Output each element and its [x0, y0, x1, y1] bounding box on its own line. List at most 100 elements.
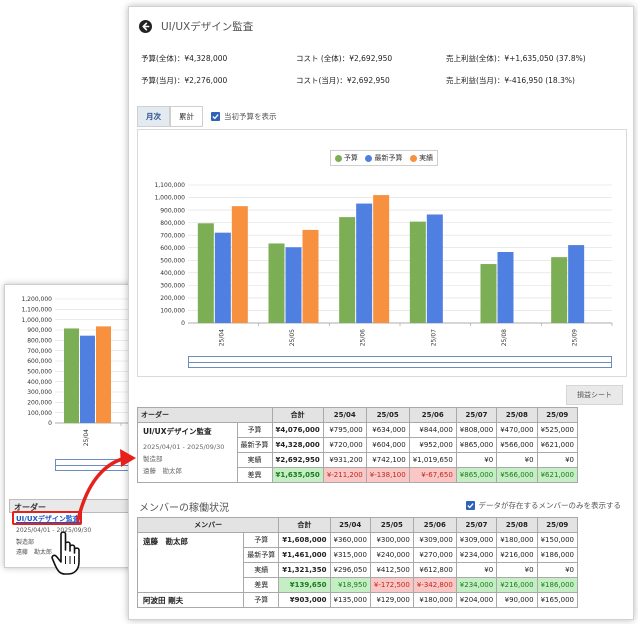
- cell: ¥0: [536, 562, 579, 578]
- cell: ¥150,000: [536, 532, 579, 548]
- row-label: 最新予算: [236, 437, 273, 453]
- y-tick-label: 100,000: [160, 308, 185, 315]
- table-header-row: メンバー 合計 25/04 25/05 25/06 25/07 25/08 25…: [136, 517, 579, 533]
- title-row: UI/UXデザイン監査: [139, 19, 253, 34]
- y-tick-label: 300,000: [27, 389, 52, 396]
- cell: ¥180,000: [496, 532, 538, 548]
- cell: ¥865,000: [455, 437, 498, 453]
- background-department: 製造部: [16, 539, 35, 546]
- tab-monthly[interactable]: 月次: [137, 106, 170, 127]
- legend-item-actual[interactable]: 実績: [410, 153, 433, 163]
- col-header: 25/05: [369, 517, 414, 533]
- bar-25-06-2: [373, 195, 390, 323]
- chart-scrollbar[interactable]: [188, 356, 612, 368]
- cell: ¥1,321,350: [278, 562, 331, 578]
- cell: ¥216,000: [496, 577, 538, 593]
- y-tick-label: 0: [48, 420, 52, 427]
- bar-25-04-1: [214, 232, 231, 323]
- cell: ¥-211,200: [322, 467, 367, 483]
- row-label: 差異: [236, 467, 273, 483]
- y-tick-label: 1,100,000: [154, 182, 185, 189]
- cell: ¥470,000: [496, 422, 538, 438]
- row-label: 差異: [243, 577, 280, 593]
- show-initial-budget-toggle[interactable]: 当初予算を表示: [211, 111, 277, 122]
- cell: ¥795,000: [322, 422, 367, 438]
- table-row: 遠藤 勘太郎 予算 ¥1,608,000 ¥360,000 ¥300,000 ¥…: [136, 532, 579, 593]
- cell: ¥412,500: [369, 562, 414, 578]
- cell: ¥865,000: [455, 467, 498, 483]
- view-tabs: 月次 累計 当初予算を表示: [137, 106, 277, 127]
- checkbox-checked-icon[interactable]: [465, 501, 475, 510]
- y-tick-label: 600,000: [27, 358, 52, 365]
- cost-total: コスト (全体)：¥2,692,950: [296, 54, 393, 63]
- order-info-cell: UI/UXデザイン監査 2025/04/01 - 2025/09/30 製造部 …: [137, 422, 238, 483]
- show-initial-budget-label: 当初予算を表示: [224, 112, 277, 121]
- cell: ¥612,800: [412, 562, 457, 578]
- cell: ¥240,000: [369, 547, 414, 563]
- bar-25-08-1: [497, 251, 514, 323]
- member-info-cell: 阿波田 剛夫: [136, 592, 245, 608]
- cell: ¥186,000: [536, 547, 579, 563]
- bar-25-09-0: [551, 257, 568, 323]
- bar-25-06-0: [339, 217, 356, 323]
- cell: ¥309,000: [455, 532, 498, 548]
- cell: ¥-138,100: [365, 467, 410, 483]
- y-tick-label: 400,000: [27, 379, 52, 386]
- cell: ¥204,000: [455, 592, 498, 608]
- legend-item-latest-budget[interactable]: 最新予算: [365, 153, 402, 163]
- row-label: 予算: [243, 532, 280, 548]
- cell: ¥844,000: [408, 422, 457, 438]
- col-header: 合計: [271, 407, 324, 423]
- legend-dot: [334, 154, 342, 162]
- y-tick-label: 400,000: [160, 270, 185, 277]
- y-tick-label: 900,000: [27, 327, 52, 334]
- y-tick-label: 100,000: [27, 410, 52, 417]
- main-window: UI/UXデザイン監査 予算(全体)：¥4,328,000 予算(当月)：¥2,…: [128, 6, 634, 620]
- table-row: UI/UXデザイン監査 2025/04/01 - 2025/09/30 製造部 …: [137, 422, 579, 483]
- order-name[interactable]: UI/UXデザイン監査: [143, 426, 232, 437]
- bar-25-04-0: [64, 328, 79, 423]
- y-tick-label: 700,000: [27, 348, 52, 355]
- cell: ¥309,000: [412, 532, 457, 548]
- tab-cumulative[interactable]: 累計: [170, 106, 203, 127]
- cell: ¥315,000: [329, 547, 371, 563]
- y-tick-label: 1,200,000: [21, 296, 52, 303]
- order-department: 製造部: [143, 455, 163, 463]
- cell: ¥931,200: [322, 452, 367, 468]
- cell: ¥525,000: [536, 422, 579, 438]
- col-header: 25/07: [455, 517, 498, 533]
- y-tick-label: 200,000: [160, 295, 185, 302]
- order-link[interactable]: UI/UXデザイン監査: [16, 514, 80, 524]
- col-header: 25/08: [496, 517, 538, 533]
- x-tick-label: 25/05: [289, 329, 296, 346]
- cell: ¥135,000: [329, 592, 371, 608]
- checkbox-checked-icon[interactable]: [211, 112, 220, 121]
- page-title: UI/UXデザイン監査: [161, 21, 254, 33]
- cell: ¥621,000: [536, 437, 579, 453]
- cell: ¥296,050: [329, 562, 371, 578]
- bar-25-05-0: [268, 243, 285, 323]
- budget-total: 予算(全体)：¥4,328,000: [141, 54, 228, 63]
- bar-25-04-2: [231, 206, 248, 323]
- bar-25-04-0: [197, 223, 214, 323]
- cell: ¥1,461,000: [278, 547, 331, 563]
- legend-item-budget[interactable]: 予算: [334, 153, 358, 163]
- y-tick-label: 1,100,000: [21, 307, 52, 314]
- cell: ¥0: [455, 562, 498, 578]
- cell: ¥0: [496, 562, 538, 578]
- col-header: 25/04: [329, 517, 371, 533]
- cell: ¥0: [536, 452, 579, 468]
- cell: ¥0: [455, 452, 498, 468]
- pl-sheet-button[interactable]: 損益シート: [566, 385, 623, 405]
- row-label: 予算: [243, 592, 280, 608]
- x-tick-label: 25/07: [430, 329, 437, 346]
- col-header: 合計: [278, 517, 331, 533]
- only-with-data-toggle[interactable]: データが存在するメンバーのみを表示する: [465, 500, 621, 511]
- order-period: 2025/04/01 - 2025/09/30: [143, 443, 225, 451]
- cell: ¥-172,500: [369, 577, 414, 593]
- back-arrow-icon[interactable]: [139, 20, 152, 33]
- cell: ¥903,000: [278, 592, 331, 608]
- cell: ¥566,000: [496, 467, 538, 483]
- cell: ¥129,000: [369, 592, 414, 608]
- y-tick-label: 500,000: [27, 369, 52, 376]
